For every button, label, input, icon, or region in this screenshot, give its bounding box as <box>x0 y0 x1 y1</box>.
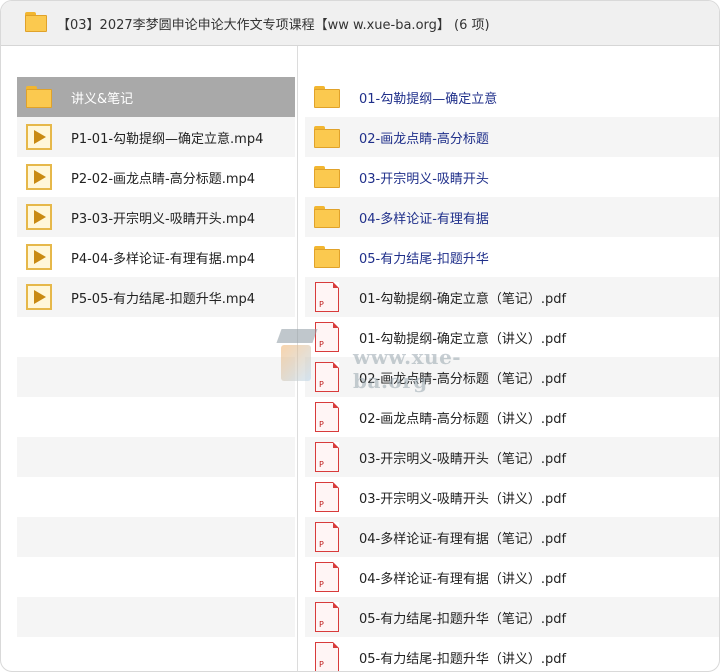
file-name: 讲义&笔记 <box>71 91 134 107</box>
file-name: P1-01-勾勒提纲—确定立意.mp4 <box>71 131 264 147</box>
right-list-item[interactable]: P 01-勾勒提纲-确定立意（笔记）.pdf <box>305 277 719 317</box>
right-list-item[interactable]: 01-勾勒提纲—确定立意 <box>305 77 719 117</box>
right-list-item[interactable]: 02-画龙点睛-高分标题 <box>305 117 719 157</box>
window-title: 【03】2027李梦圆申论申论大作文专项课程【ww w.xue-ba.org】 … <box>57 17 490 33</box>
empty-row <box>17 357 295 397</box>
right-list-item[interactable]: P 02-画龙点睛-高分标题（讲义）.pdf <box>305 397 719 437</box>
video-file-icon <box>17 124 61 150</box>
file-name: 01-勾勒提纲—确定立意 <box>359 91 498 107</box>
right-list-item[interactable]: P 03-开宗明义-吸睛开头（讲义）.pdf <box>305 477 719 517</box>
folder-icon <box>305 126 349 148</box>
file-name: 04-多样论证-有理有据 <box>359 211 489 227</box>
file-browser-window: 【03】2027李梦圆申论申论大作文专项课程【ww w.xue-ba.org】 … <box>0 0 720 672</box>
file-name: 04-多样论证-有理有据（笔记）.pdf <box>359 531 567 547</box>
file-name: P2-02-画龙点睛-高分标题.mp4 <box>71 171 256 187</box>
pdf-file-icon: P <box>305 642 349 671</box>
folder-icon <box>305 206 349 228</box>
pdf-file-icon: P <box>305 562 349 592</box>
right-list-item[interactable]: 04-多样论证-有理有据 <box>305 197 719 237</box>
folder-icon <box>305 86 349 108</box>
left-list-item[interactable]: P3-03-开宗明义-吸睛开头.mp4 <box>17 197 295 237</box>
left-file-list: 讲义&笔记 P1-01-勾勒提纲—确定立意.mp4 P2-02-画龙点睛-高分标题.… <box>17 77 295 671</box>
file-name: 02-画龙点睛-高分标题（讲义）.pdf <box>359 411 567 427</box>
video-file-icon <box>17 164 61 190</box>
video-file-icon <box>17 244 61 270</box>
right-list-item[interactable]: P 05-有力结尾-扣题升华（笔记）.pdf <box>305 597 719 637</box>
file-name: 04-多样论证-有理有据（讲义）.pdf <box>359 571 567 587</box>
file-name: 01-勾勒提纲-确定立意（笔记）.pdf <box>359 291 567 307</box>
pdf-file-icon: P <box>305 442 349 472</box>
file-name: 03-开宗明义-吸睛开头 <box>359 171 489 187</box>
file-name: P3-03-开宗明义-吸睛开头.mp4 <box>71 211 256 227</box>
left-list-item[interactable]: P1-01-勾勒提纲—确定立意.mp4 <box>17 117 295 157</box>
file-name: 05-有力结尾-扣题升华 <box>359 251 489 267</box>
folder-icon <box>305 166 349 188</box>
right-list-item[interactable]: P 01-勾勒提纲-确定立意（讲义）.pdf <box>305 317 719 357</box>
pdf-file-icon: P <box>305 362 349 392</box>
right-list-item[interactable]: P 02-画龙点睛-高分标题（笔记）.pdf <box>305 357 719 397</box>
left-list-item[interactable]: 讲义&笔记 <box>17 77 295 117</box>
empty-row <box>17 317 295 357</box>
empty-row <box>17 597 295 637</box>
file-name: 03-开宗明义-吸睛开头（笔记）.pdf <box>359 451 567 467</box>
pdf-file-icon: P <box>305 522 349 552</box>
empty-row <box>17 437 295 477</box>
right-list-item[interactable]: 05-有力结尾-扣题升华 <box>305 237 719 277</box>
video-file-icon <box>17 204 61 230</box>
pdf-file-icon: P <box>305 602 349 632</box>
title-bar: 【03】2027李梦圆申论申论大作文专项课程【ww w.xue-ba.org】 … <box>1 1 719 46</box>
file-name: 03-开宗明义-吸睛开头（讲义）.pdf <box>359 491 567 507</box>
empty-row <box>17 397 295 437</box>
file-name: 02-画龙点睛-高分标题 <box>359 131 489 147</box>
file-name: P4-04-多样论证-有理有据.mp4 <box>71 251 256 267</box>
pdf-file-icon: P <box>305 322 349 352</box>
right-list-item[interactable]: 03-开宗明义-吸睛开头 <box>305 157 719 197</box>
folder-icon <box>25 12 49 34</box>
right-list-item[interactable]: P 04-多样论证-有理有据（讲义）.pdf <box>305 557 719 597</box>
pdf-file-icon: P <box>305 482 349 512</box>
file-name: 05-有力结尾-扣题升华（笔记）.pdf <box>359 611 567 627</box>
video-file-icon <box>17 284 61 310</box>
left-list-item[interactable]: P5-05-有力结尾-扣题升华.mp4 <box>17 277 295 317</box>
right-list-item[interactable]: P 03-开宗明义-吸睛开头（笔记）.pdf <box>305 437 719 477</box>
folder-icon <box>305 246 349 268</box>
right-list-item[interactable]: P 05-有力结尾-扣题升华（讲义）.pdf <box>305 637 719 671</box>
empty-row <box>17 557 295 597</box>
empty-row <box>17 637 295 671</box>
pdf-file-icon: P <box>305 282 349 312</box>
left-list-item[interactable]: P2-02-画龙点睛-高分标题.mp4 <box>17 157 295 197</box>
left-list-item[interactable]: P4-04-多样论证-有理有据.mp4 <box>17 237 295 277</box>
right-list-item[interactable]: P 04-多样论证-有理有据（笔记）.pdf <box>305 517 719 557</box>
folder-icon <box>17 86 61 108</box>
empty-row <box>17 517 295 557</box>
pdf-file-icon: P <box>305 402 349 432</box>
file-name: 02-画龙点睛-高分标题（笔记）.pdf <box>359 371 567 387</box>
file-name: 01-勾勒提纲-确定立意（讲义）.pdf <box>359 331 567 347</box>
right-file-list: 01-勾勒提纲—确定立意 02-画龙点睛-高分标题 03-开宗明义-吸睛开头 04-多… <box>305 77 719 671</box>
pane-divider[interactable] <box>297 46 298 671</box>
file-name: P5-05-有力结尾-扣题升华.mp4 <box>71 291 256 307</box>
file-name: 05-有力结尾-扣题升华（讲义）.pdf <box>359 651 567 667</box>
empty-row <box>17 477 295 517</box>
